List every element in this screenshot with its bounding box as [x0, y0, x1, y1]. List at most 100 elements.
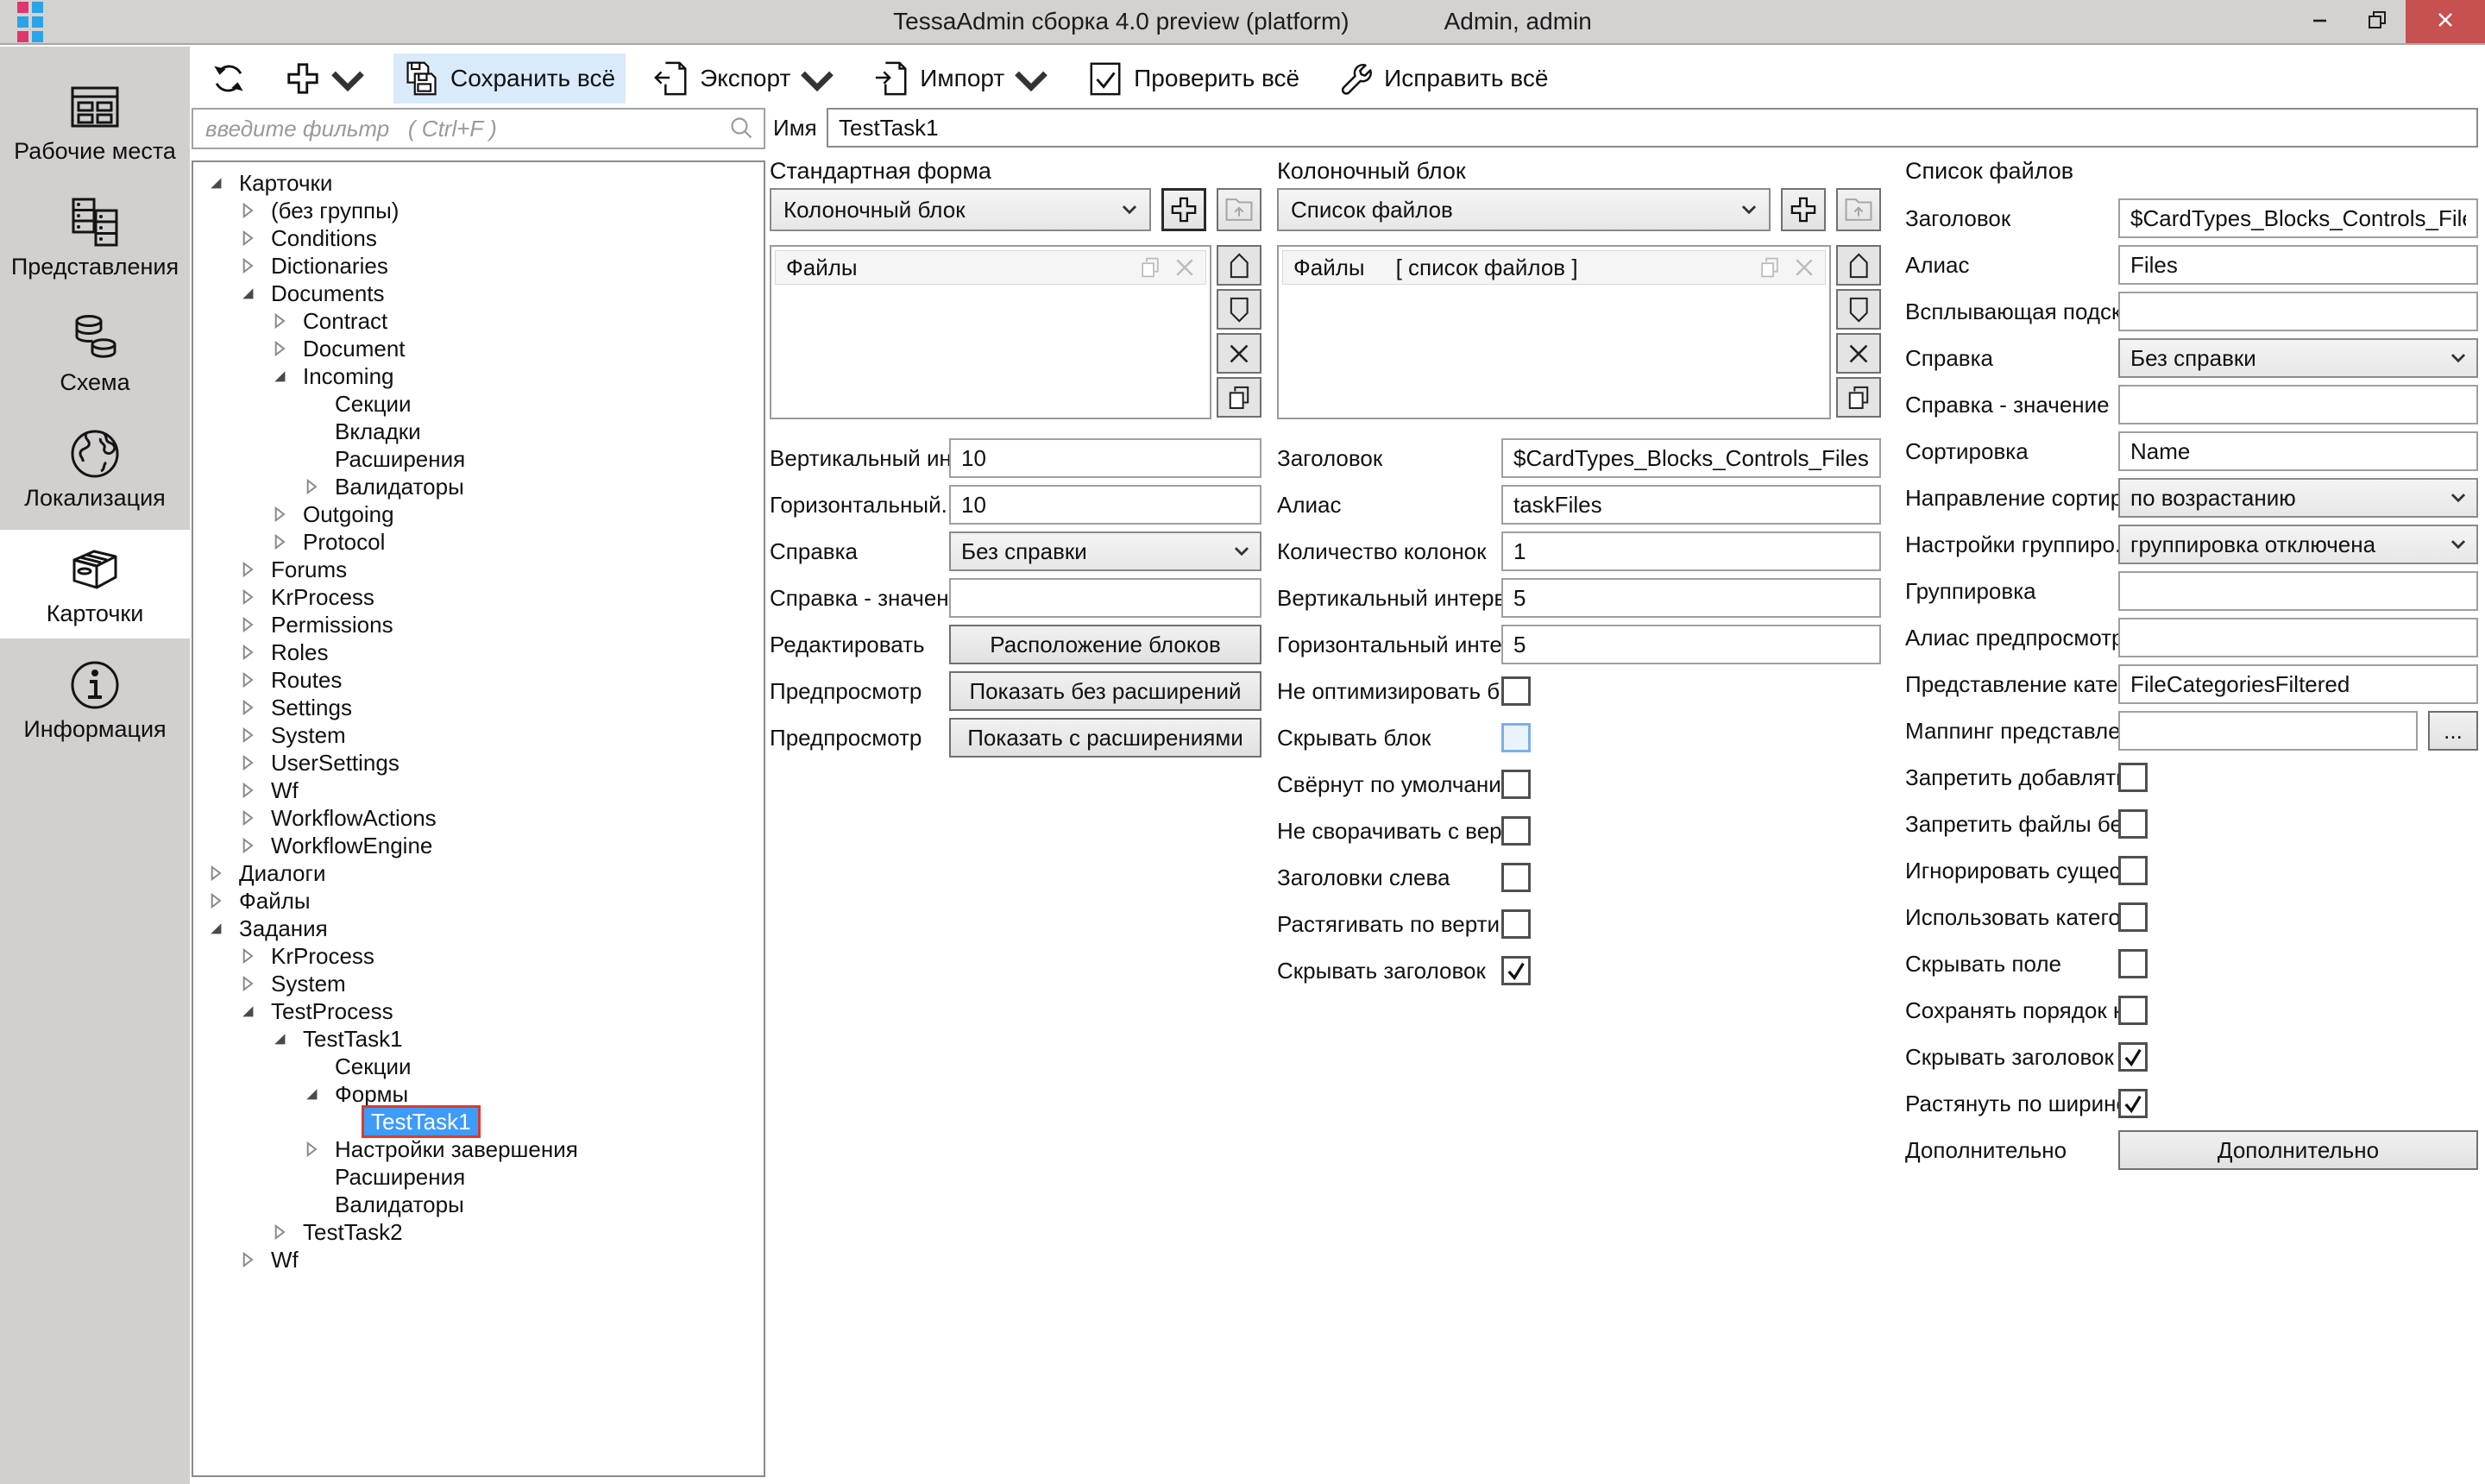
tree-item[interactable]: Расширения	[193, 1163, 764, 1191]
tree-item[interactable]: WorkflowActions	[193, 804, 764, 832]
toolbar-fix-all-button[interactable]: Исправить всё	[1327, 53, 1558, 104]
sort-direction-combo[interactable]: по возрастанию	[2118, 478, 2478, 518]
vertical-indent-field[interactable]	[949, 438, 1261, 478]
preview-without-extensions-button[interactable]: Показать без расширений	[949, 671, 1261, 711]
expander-collapsed-icon[interactable]	[205, 890, 226, 911]
expander-collapsed-icon[interactable]	[269, 504, 290, 525]
tree-item[interactable]: Задания	[193, 915, 764, 942]
list-item[interactable]: Файлы	[775, 250, 1206, 285]
expander-expanded-icon[interactable]	[205, 918, 226, 939]
add-control-button[interactable]	[1781, 188, 1826, 231]
view-mapping-more-button[interactable]: ...	[2428, 711, 2478, 751]
paste-control-button[interactable]	[1836, 188, 1881, 231]
no-optimize-checkbox[interactable]	[1501, 676, 1531, 706]
expander-collapsed-icon[interactable]	[237, 1249, 258, 1270]
horizontal-interval-field[interactable]	[1501, 625, 1881, 664]
close-button[interactable]	[2406, 0, 2485, 43]
tree-item[interactable]: Document	[193, 335, 764, 362]
edit-layout-button[interactable]: Расположение блоков	[949, 625, 1261, 664]
tree-item[interactable]: Documents	[193, 280, 764, 307]
help-value-field[interactable]	[949, 578, 1261, 618]
expander-collapsed-icon[interactable]	[237, 835, 258, 856]
hide-block-checkbox[interactable]	[1501, 723, 1531, 752]
block-type-combo[interactable]: Колоночный блок	[770, 188, 1151, 231]
deny-adding-checkbox[interactable]	[2118, 763, 2148, 792]
tree-item[interactable]: (без группы)	[193, 197, 764, 224]
tree-filter-input[interactable]	[193, 116, 729, 142]
captions-left-checkbox[interactable]	[1501, 863, 1531, 892]
deny-files-without-checkbox[interactable]	[2118, 809, 2148, 839]
advanced-button[interactable]: Дополнительно	[2118, 1130, 2478, 1170]
stretch-width-checkbox[interactable]	[2118, 1089, 2148, 1118]
tree-item[interactable]: TestTask1	[193, 1025, 764, 1053]
toolbar-export-button[interactable]: Экспорт	[643, 51, 846, 106]
tree-item[interactable]: Incoming	[193, 362, 764, 390]
tree-item[interactable]: Вкладки	[193, 418, 764, 445]
add-block-button[interactable]	[1161, 188, 1206, 231]
expander-collapsed-icon[interactable]	[301, 476, 322, 497]
expander-collapsed-icon[interactable]	[237, 670, 258, 690]
collapsed-by-default-checkbox[interactable]	[1501, 770, 1531, 799]
tree-item[interactable]: Dictionaries	[193, 252, 764, 280]
tooltip-field[interactable]	[2118, 292, 2478, 331]
expander-collapsed-icon[interactable]	[237, 752, 258, 773]
expander-collapsed-icon[interactable]	[269, 311, 290, 331]
tree-item[interactable]: Wf	[193, 1246, 764, 1273]
grouping-field[interactable]	[2118, 571, 2478, 611]
help-combo[interactable]: Без справки	[2118, 338, 2478, 378]
expander-expanded-icon[interactable]	[237, 283, 258, 304]
delete-button[interactable]	[1836, 333, 1881, 374]
expander-collapsed-icon[interactable]	[301, 1139, 322, 1160]
tree-item[interactable]: Карточки	[193, 169, 764, 197]
expander-expanded-icon[interactable]	[301, 1084, 322, 1104]
tree-item[interactable]: Protocol	[193, 528, 764, 556]
tree-item[interactable]: Permissions	[193, 611, 764, 638]
sidebar-item-information[interactable]: Информация	[0, 645, 190, 754]
sidebar-item-cards[interactable]: Карточки	[0, 530, 190, 638]
caption-field[interactable]	[2118, 198, 2478, 238]
tree-item[interactable]: Валидаторы	[193, 473, 764, 500]
expander-expanded-icon[interactable]	[269, 1028, 290, 1049]
toolbar-import-button[interactable]: Импорт	[863, 51, 1060, 106]
tree-item[interactable]: KrProcess	[193, 583, 764, 611]
tree-item[interactable]: Routes	[193, 666, 764, 694]
restore-button[interactable]	[2349, 0, 2406, 43]
move-down-button[interactable]	[1217, 289, 1261, 330]
tree-item[interactable]: Outgoing	[193, 500, 764, 528]
tree-item[interactable]: Conditions	[193, 224, 764, 252]
use-categories-checkbox[interactable]	[2118, 902, 2148, 932]
sidebar-item-workplaces[interactable]: Рабочие места	[0, 67, 190, 176]
sidebar-item-schema[interactable]: Схема	[0, 299, 190, 407]
toolbar-add-button[interactable]	[274, 51, 376, 106]
tree-item[interactable]: Settings	[193, 694, 764, 721]
expander-collapsed-icon[interactable]	[237, 614, 258, 635]
tree-item[interactable]: System	[193, 970, 764, 997]
tree-item[interactable]: UserSettings	[193, 749, 764, 777]
keep-order-checkbox[interactable]	[2118, 996, 2148, 1025]
tree-item[interactable]: System	[193, 721, 764, 749]
move-up-button[interactable]	[1836, 245, 1881, 286]
help-combo[interactable]: Без справки	[949, 531, 1261, 571]
tree-item[interactable]: Файлы	[193, 887, 764, 915]
toolbar-check-all-button[interactable]: Проверить всё	[1077, 53, 1310, 104]
name-input[interactable]	[827, 108, 2478, 148]
copy-button[interactable]	[1217, 377, 1261, 418]
stretch-vertical-checkbox[interactable]	[1501, 909, 1531, 939]
expander-collapsed-icon[interactable]	[237, 587, 258, 607]
toolbar-save-all-button[interactable]: Сохранить всё	[393, 53, 626, 104]
expander-collapsed-icon[interactable]	[269, 531, 290, 552]
expander-collapsed-icon[interactable]	[269, 1222, 290, 1242]
expander-collapsed-icon[interactable]	[237, 780, 258, 801]
move-down-button[interactable]	[1836, 289, 1881, 330]
expander-expanded-icon[interactable]	[205, 173, 226, 193]
expander-collapsed-icon[interactable]	[237, 697, 258, 718]
ignore-existing-checkbox[interactable]	[2118, 856, 2148, 885]
sidebar-item-localization[interactable]: Локализация	[0, 414, 190, 523]
horizontal-indent-field[interactable]	[949, 485, 1261, 525]
expander-collapsed-icon[interactable]	[237, 255, 258, 276]
tree-item[interactable]: Секции	[193, 390, 764, 418]
hide-field-checkbox[interactable]	[2118, 949, 2148, 978]
alias-field[interactable]	[1501, 485, 1881, 525]
tree-item[interactable]: Wf	[193, 777, 764, 804]
help-value-field[interactable]	[2118, 385, 2478, 424]
